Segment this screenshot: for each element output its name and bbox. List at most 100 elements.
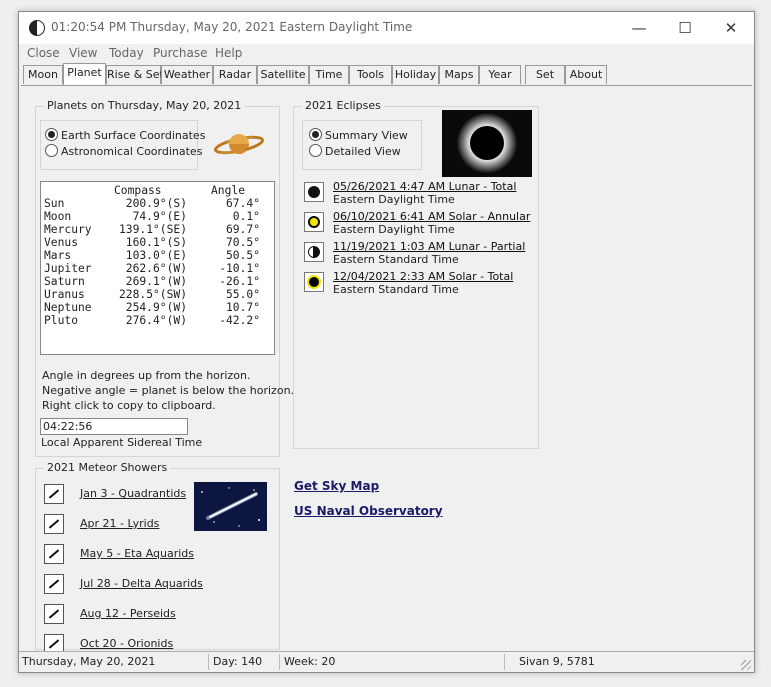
tab-planet[interactable]: Planet bbox=[63, 63, 106, 85]
tab-year[interactable]: Year bbox=[479, 65, 521, 84]
planets-group-title: Planets on Thursday, May 20, 2021 bbox=[44, 99, 245, 112]
header-angle: Angle bbox=[211, 184, 246, 197]
status-date: Thursday, May 20, 2021 bbox=[19, 654, 209, 670]
lunar-total-eclipse-icon bbox=[304, 182, 324, 202]
radio-summary-view[interactable]: Summary View bbox=[309, 128, 408, 142]
planet-compass: 269.1°(W) bbox=[125, 275, 187, 288]
radio-summary-label: Summary View bbox=[325, 129, 408, 142]
planet-angle: 69.7° bbox=[225, 223, 260, 236]
menu-close[interactable]: Close bbox=[27, 46, 60, 60]
planet-name: Neptune bbox=[44, 301, 92, 314]
status-hebrew-date: Sivan 9, 5781 bbox=[519, 655, 595, 668]
planet-compass: 254.9°(W) bbox=[125, 301, 187, 314]
planet-compass: 262.6°(W) bbox=[125, 262, 187, 275]
title-bar[interactable]: 01:20:54 PM Thursday, May 20, 2021 Easte… bbox=[19, 12, 754, 44]
radio-summary-indicator[interactable] bbox=[309, 128, 322, 141]
note-angle: Angle in degrees up from the horizon. bbox=[42, 369, 251, 382]
menu-help[interactable]: Help bbox=[215, 46, 242, 60]
tab-tools[interactable]: Tools bbox=[349, 65, 392, 84]
meteor-shower-link[interactable]: Oct 20 - Orionids bbox=[80, 637, 173, 650]
tab-holiday[interactable]: Holiday bbox=[392, 65, 439, 84]
window-title: 01:20:54 PM Thursday, May 20, 2021 Easte… bbox=[51, 20, 413, 34]
resize-grip[interactable] bbox=[741, 660, 751, 670]
planet-angle: 67.4° bbox=[225, 197, 260, 210]
planet-name: Mars bbox=[44, 249, 72, 262]
lunar-partial-eclipse-icon bbox=[304, 242, 324, 262]
eclipses-group: 2021 Eclipses Summary View Detailed View… bbox=[293, 99, 539, 449]
tab-rise-set[interactable]: Rise & Set bbox=[106, 65, 164, 84]
meteor-shower-link[interactable]: Aug 12 - Perseids bbox=[80, 607, 176, 620]
meteor-shower-item[interactable]: Jul 28 - Delta Aquarids bbox=[44, 573, 214, 595]
planet-compass: 103.0°(E) bbox=[125, 249, 187, 262]
menu-purchase[interactable]: Purchase bbox=[153, 46, 208, 60]
eclipse-link[interactable]: 12/04/2021 2:33 AM Solar - Total bbox=[333, 270, 513, 283]
tab-maps[interactable]: Maps bbox=[439, 65, 479, 84]
tab-set[interactable]: Set bbox=[525, 65, 565, 84]
meteor-shower-item[interactable]: Apr 21 - Lyrids bbox=[44, 513, 214, 535]
status-day: Day: 140 bbox=[210, 654, 280, 670]
meteor-streak-icon[interactable] bbox=[44, 484, 64, 504]
meteor-shower-link[interactable]: May 5 - Eta Aquarids bbox=[80, 547, 194, 560]
tab-about[interactable]: About bbox=[565, 65, 607, 84]
planet-name: Saturn bbox=[44, 275, 85, 288]
meteor-streak-icon[interactable] bbox=[44, 514, 64, 534]
menu-today[interactable]: Today bbox=[109, 46, 144, 60]
tab-moon[interactable]: Moon bbox=[23, 65, 63, 84]
radio-astronomical[interactable]: Astronomical Coordinates bbox=[45, 144, 202, 158]
planets-group: Planets on Thursday, May 20, 2021 Earth … bbox=[35, 99, 294, 457]
radio-astronomical-label: Astronomical Coordinates bbox=[61, 145, 203, 158]
meteor-streak-icon[interactable] bbox=[44, 544, 64, 564]
view-options-box: Summary View Detailed View bbox=[302, 120, 422, 170]
radio-detailed-label: Detailed View bbox=[325, 145, 401, 158]
eclipse-link[interactable]: 06/10/2021 6:41 AM Solar - Annular bbox=[333, 210, 530, 223]
moon-phase-app-icon[interactable] bbox=[29, 20, 45, 36]
tab-time[interactable]: Time bbox=[309, 65, 349, 84]
planet-name: Venus bbox=[44, 236, 79, 249]
meteor-shower-link[interactable]: Apr 21 - Lyrids bbox=[80, 517, 159, 530]
meteor-streak-icon[interactable] bbox=[44, 604, 64, 624]
solar-annular-eclipse-icon bbox=[304, 212, 324, 232]
eclipse-link[interactable]: 05/26/2021 4:47 AM Lunar - Total bbox=[333, 180, 516, 193]
tab-radar[interactable]: Radar bbox=[213, 65, 257, 84]
planet-compass: 139.1°(SE) bbox=[118, 223, 187, 236]
planet-name: Uranus bbox=[44, 288, 85, 301]
menu-bar: Close View Today Purchase Help bbox=[19, 44, 754, 64]
radio-earth-surface[interactable]: Earth Surface Coordinates bbox=[45, 128, 205, 142]
planet-positions-table[interactable]: Compass Angle Sun 200.9°(S) 67.4° Moon 74.9°(… bbox=[40, 181, 275, 355]
note-negative: Negative angle = planet is below the hor… bbox=[42, 384, 295, 397]
close-window-button[interactable]: ✕ bbox=[708, 12, 754, 44]
planet-compass: 200.9°(S) bbox=[125, 197, 187, 210]
planet-angle: -42.2° bbox=[219, 314, 260, 327]
planet-name: Jupiter bbox=[44, 262, 92, 275]
eclipse-timezone: Eastern Daylight Time bbox=[333, 193, 455, 206]
eclipses-group-title: 2021 Eclipses bbox=[302, 99, 384, 112]
tab-satellite[interactable]: Satellite bbox=[257, 65, 309, 84]
meteor-shower-link[interactable]: Jul 28 - Delta Aquarids bbox=[80, 577, 203, 590]
meteor-streak-icon[interactable] bbox=[44, 574, 64, 594]
planet-angle: 0.1° bbox=[232, 210, 260, 223]
meteor-shower-item[interactable]: May 5 - Eta Aquarids bbox=[44, 543, 214, 565]
radio-earth-surface-indicator[interactable] bbox=[45, 128, 58, 141]
planet-angle: 70.5° bbox=[225, 236, 260, 249]
get-sky-map-link[interactable]: Get Sky Map bbox=[294, 479, 379, 493]
meteor-shower-link[interactable]: Jan 3 - Quadrantids bbox=[80, 487, 186, 500]
meteor-shower-item[interactable]: Aug 12 - Perseids bbox=[44, 603, 214, 625]
radio-detailed-view[interactable]: Detailed View bbox=[309, 144, 401, 158]
radio-astronomical-indicator[interactable] bbox=[45, 144, 58, 157]
minimize-button[interactable]: — bbox=[616, 12, 662, 44]
radio-detailed-indicator[interactable] bbox=[309, 144, 322, 157]
menu-view[interactable]: View bbox=[69, 46, 97, 60]
planet-tab-panel: Planets on Thursday, May 20, 2021 Earth … bbox=[21, 85, 752, 654]
us-naval-observatory-link[interactable]: US Naval Observatory bbox=[294, 504, 443, 518]
eclipse-link[interactable]: 11/19/2021 1:03 AM Lunar - Partial bbox=[333, 240, 525, 253]
app-window: 01:20:54 PM Thursday, May 20, 2021 Easte… bbox=[18, 11, 755, 673]
sidereal-time-field[interactable]: 04:22:56 bbox=[40, 418, 188, 435]
eclipse-timezone: Eastern Daylight Time bbox=[333, 223, 455, 236]
note-clipboard: Right click to copy to clipboard. bbox=[42, 399, 216, 412]
planet-compass: 160.1°(S) bbox=[125, 236, 187, 249]
tab-weather[interactable]: Weather bbox=[161, 65, 213, 84]
planet-angle: 55.0° bbox=[225, 288, 260, 301]
meteor-shower-item[interactable]: Jan 3 - Quadrantids bbox=[44, 483, 214, 505]
solar-total-eclipse-icon bbox=[304, 272, 324, 292]
maximize-button[interactable]: ☐ bbox=[662, 12, 708, 44]
